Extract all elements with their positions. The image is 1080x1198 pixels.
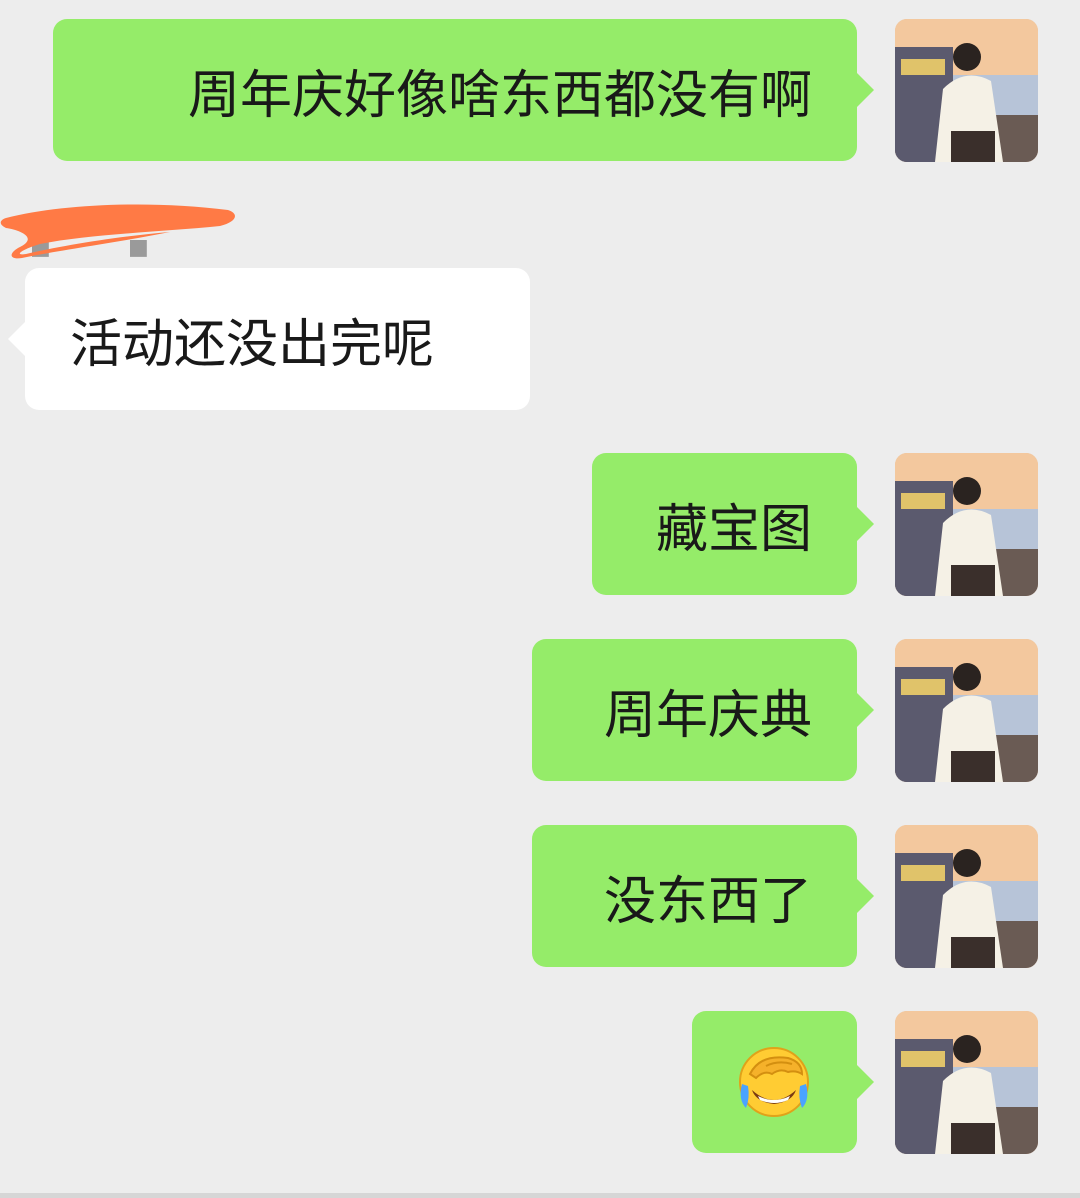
- message-bubble-outgoing[interactable]: [692, 1011, 874, 1153]
- user-avatar[interactable]: [895, 19, 1038, 162]
- facepalm-laughing-emoji: [739, 1047, 809, 1117]
- user-avatar[interactable]: [895, 825, 1038, 968]
- message-bubble-outgoing[interactable]: 没东西了: [532, 825, 874, 967]
- input-bar-edge: [0, 1193, 1080, 1198]
- message-bubble-outgoing[interactable]: 周年庆好像啥东西都没有啊: [53, 19, 874, 161]
- user-avatar[interactable]: [895, 1011, 1038, 1154]
- message-text: 藏宝图: [655, 499, 812, 560]
- message-bubble-outgoing[interactable]: 藏宝图: [592, 453, 874, 595]
- message-text: 周年庆典: [603, 685, 812, 746]
- sender-name-redacted: ■ ■: [0, 196, 245, 262]
- message-text: 周年庆好像啥东西都没有啊: [187, 65, 812, 126]
- message-bubble-incoming[interactable]: 活动还没出完呢: [8, 268, 530, 410]
- message-text: 活动还没出完呢: [70, 314, 435, 375]
- user-avatar[interactable]: [895, 453, 1038, 596]
- user-avatar[interactable]: [895, 639, 1038, 782]
- message-text: 没东西了: [603, 871, 812, 932]
- message-bubble-outgoing[interactable]: 周年庆典: [532, 639, 874, 781]
